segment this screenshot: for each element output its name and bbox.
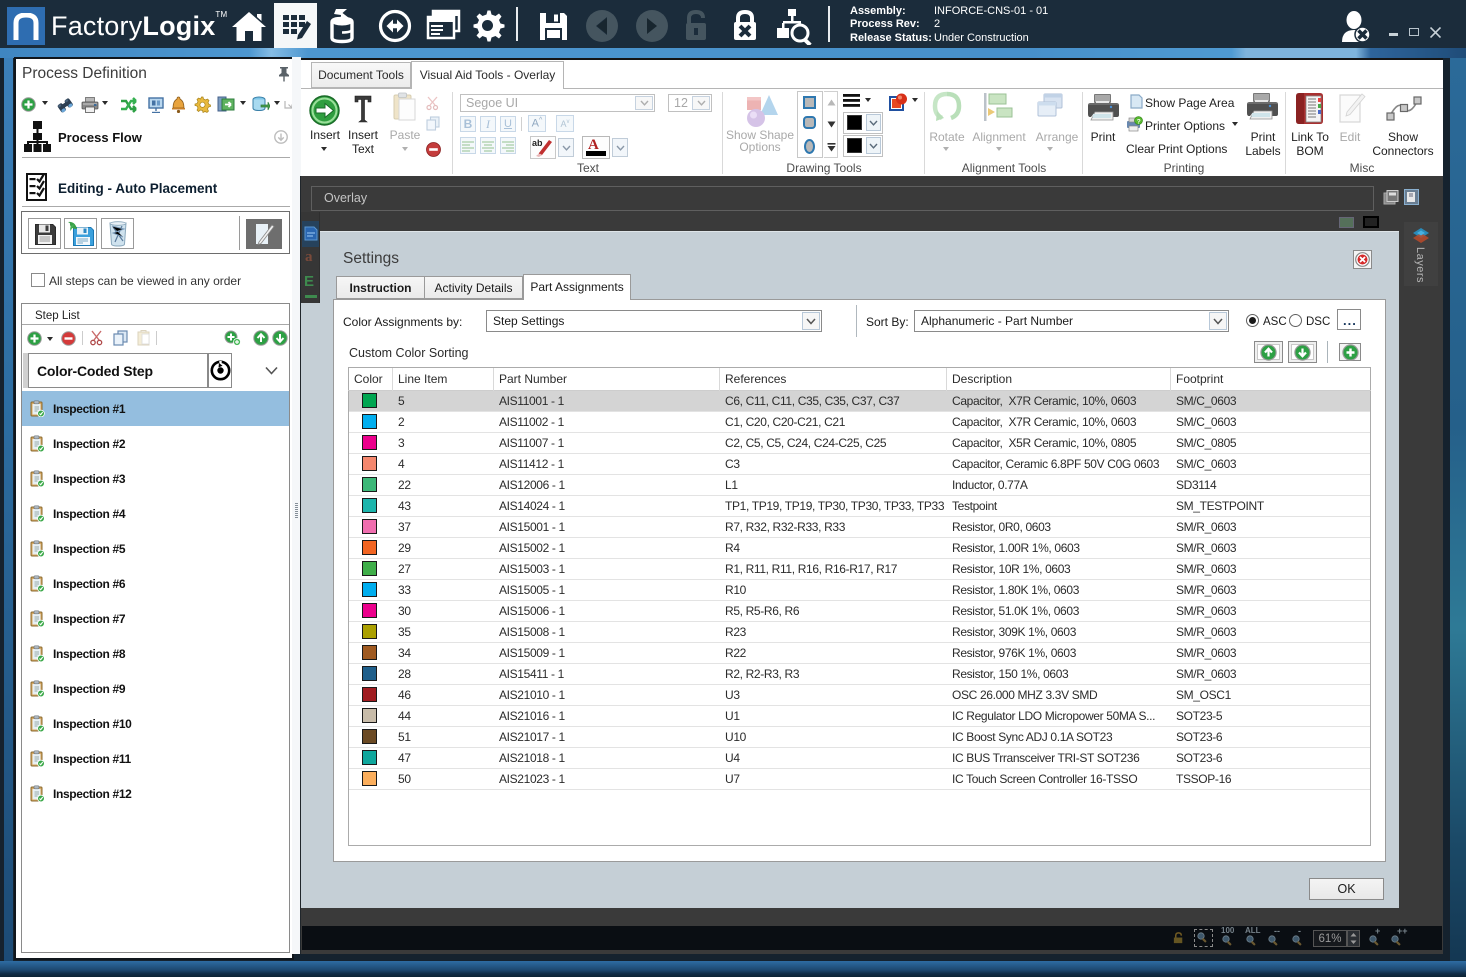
svg-text:ab: ab [532, 138, 543, 148]
svg-text:?: ? [1137, 119, 1141, 126]
